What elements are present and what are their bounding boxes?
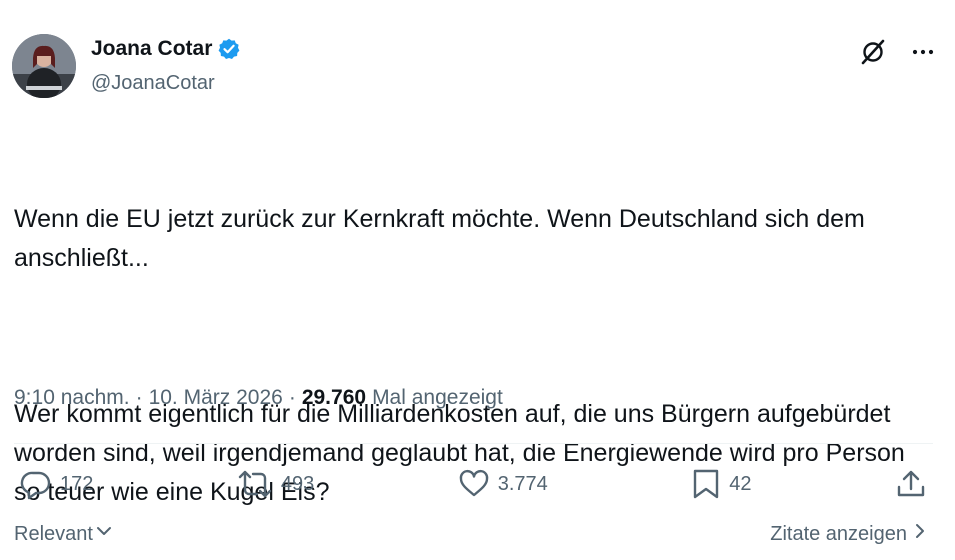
tweet-time[interactable]: 9:10 nachm. xyxy=(14,386,130,410)
tweet-date[interactable]: 10. März 2026 xyxy=(149,386,283,410)
view-quotes-label: Zitate anzeigen xyxy=(770,522,907,545)
share-button[interactable] xyxy=(895,468,927,500)
more-icon[interactable] xyxy=(911,40,935,64)
author-name-row[interactable]: Joana Cotar xyxy=(91,37,240,61)
sort-label: Relevant xyxy=(14,522,93,545)
bookmark-button[interactable]: 42 xyxy=(691,468,752,500)
divider xyxy=(14,443,933,444)
tweet-meta: 9:10 nachm. · 10. März 2026 · 29.760 Mal… xyxy=(14,386,503,410)
sort-dropdown[interactable]: Relevant xyxy=(14,522,113,546)
view-quotes-link[interactable]: Zitate anzeigen xyxy=(770,522,927,546)
avatar-photo xyxy=(12,34,76,98)
share-icon xyxy=(895,468,927,500)
view-count: 29.760 xyxy=(301,386,367,409)
repost-button[interactable]: 493 xyxy=(237,468,314,500)
chevron-down-icon xyxy=(95,522,113,546)
replies-toolbar: Relevant Zitate anzeigen xyxy=(14,522,927,546)
tweet-paragraph-1: Wenn die EU jetzt zurück zur Kernkraft m… xyxy=(14,205,872,272)
tweet-header-actions xyxy=(859,38,935,66)
bookmark-icon xyxy=(691,468,721,500)
like-count: 3.774 xyxy=(497,472,548,495)
like-button[interactable]: 3.774 xyxy=(458,468,548,500)
grok-icon[interactable] xyxy=(859,38,887,66)
meta-separator: · xyxy=(135,386,143,409)
verified-badge-icon xyxy=(218,38,240,60)
repost-icon xyxy=(237,468,273,500)
meta-separator: · xyxy=(288,386,296,409)
author-handle[interactable]: @JoanaCotar xyxy=(91,72,215,95)
reply-icon xyxy=(20,468,52,500)
author-name[interactable]: Joana Cotar xyxy=(91,37,212,61)
repost-count: 493 xyxy=(280,472,315,495)
bookmark-count: 42 xyxy=(729,472,752,495)
view-count-label: Mal angezeigt xyxy=(372,386,503,409)
reply-count: 172 xyxy=(60,472,94,495)
reply-button[interactable]: 172 xyxy=(20,468,93,500)
like-icon xyxy=(458,468,490,500)
avatar[interactable] xyxy=(12,34,76,98)
tweet-actions: 172 493 3.774 42 xyxy=(20,466,927,502)
chevron-right-icon xyxy=(913,522,927,546)
